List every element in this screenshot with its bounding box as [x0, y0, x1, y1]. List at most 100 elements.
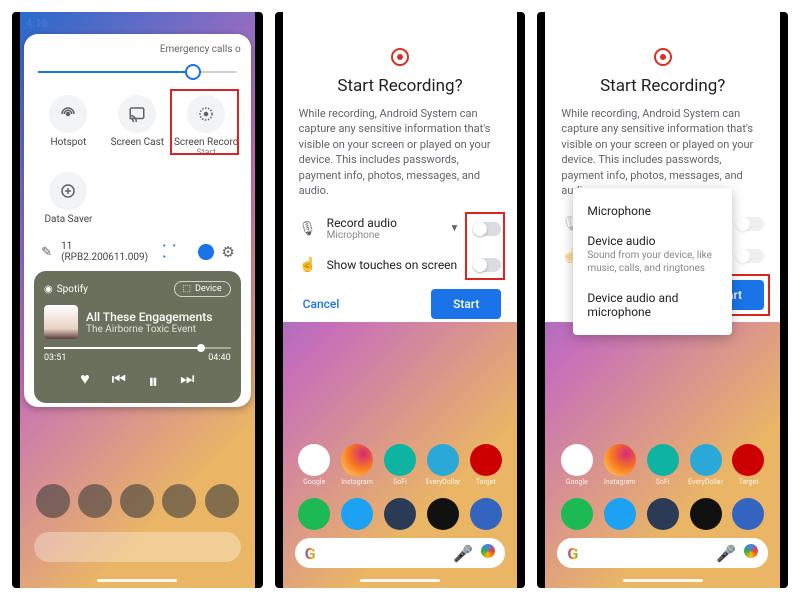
- record-icon: [391, 48, 409, 66]
- cast-icon: [118, 95, 156, 133]
- dock-row-blur: [32, 484, 243, 518]
- assistant-icon[interactable]: [481, 544, 495, 558]
- album-art: [44, 305, 78, 339]
- app-label: EveryDollar: [688, 478, 723, 486]
- media-source: ◉ Spotify: [44, 284, 88, 295]
- mic-icon: 🎙: [299, 221, 317, 237]
- screenshot-1: 4:16 Emergency calls o Hotspot Screen Ca…: [12, 12, 263, 588]
- menu-sublabel: Sound from your device, like music, call…: [587, 250, 718, 275]
- app-label: Instagram: [341, 478, 373, 486]
- audio-source-menu: Microphone Device audio Sound from your …: [573, 188, 732, 335]
- nav-handle[interactable]: [97, 579, 177, 582]
- qs-tiles: Hotspot Screen Cast Screen Record Start: [34, 95, 241, 239]
- time-elapsed: 03:51: [44, 353, 66, 363]
- record-icon: [654, 48, 672, 66]
- page-dots: • • •: [163, 241, 187, 263]
- home-apps-row: Google Instagram SoFi EveryDollar Target: [545, 444, 780, 486]
- next-icon[interactable]: ⏭: [180, 369, 194, 393]
- device-button[interactable]: ⬚ Device: [174, 281, 231, 297]
- search-bar-blur: [34, 532, 241, 562]
- chevron-down-icon[interactable]: ▼: [449, 223, 459, 234]
- cancel-button[interactable]: Cancel: [299, 291, 344, 317]
- quick-settings-panel: Emergency calls o Hotspot Screen Cast: [24, 34, 251, 407]
- option-sublabel: Microphone: [327, 230, 440, 241]
- media-card: ◉ Spotify ⬚ Device All These Engagements…: [34, 271, 241, 403]
- prev-icon[interactable]: ⏮: [112, 369, 126, 393]
- time-total: 04:40: [208, 353, 230, 363]
- like-icon[interactable]: ♥: [80, 369, 90, 393]
- screenshot-3: 4:16 ⊖ ▮ ▮ 86% Start Recording? While re…: [537, 12, 788, 588]
- mic-icon[interactable]: 🎤: [716, 544, 736, 563]
- assistant-icon[interactable]: [744, 544, 758, 558]
- track-artist: The Airborne Toxic Event: [86, 324, 212, 335]
- datasaver-icon: [49, 172, 87, 210]
- toggle-show-touches[interactable]: [736, 249, 764, 263]
- emergency-label: Emergency calls o: [34, 44, 241, 55]
- toggle-record-audio[interactable]: [473, 222, 501, 236]
- dialog-body: While recording, Android System can capt…: [299, 106, 502, 198]
- track-title: All These Engagements: [86, 310, 212, 324]
- device-icon: ⬚: [183, 284, 192, 294]
- toggle-record-audio[interactable]: [736, 217, 764, 231]
- app-label: SoFi: [656, 478, 670, 486]
- option-label: Show touches on screen: [327, 258, 464, 272]
- tile-label: Screen Cast: [111, 137, 164, 148]
- menu-label: Device audio and microphone: [587, 291, 718, 319]
- tile-label: Screen Record: [174, 137, 238, 148]
- gear-icon[interactable]: ⚙: [220, 243, 237, 261]
- menu-label: Microphone: [587, 204, 718, 218]
- menu-item-microphone[interactable]: Microphone: [573, 196, 732, 226]
- build-row: ✎ 11 (RPB2.200611.009) • • • ⚙: [34, 239, 241, 265]
- dock-row: [283, 498, 518, 530]
- menu-item-both[interactable]: Device audio and microphone: [573, 283, 732, 327]
- toggle-show-touches[interactable]: [473, 258, 501, 272]
- dialog-title: Start Recording?: [299, 76, 502, 96]
- app-label: Google: [566, 478, 588, 486]
- nav-handle[interactable]: [360, 579, 440, 582]
- media-source-label: Spotify: [57, 284, 88, 295]
- touch-icon: ☝: [299, 257, 317, 273]
- app-label: EveryDollar: [425, 478, 460, 486]
- tile-screen-record[interactable]: Screen Record Start: [172, 95, 241, 158]
- google-logo-icon: G: [305, 544, 316, 563]
- edit-icon[interactable]: ✎: [38, 243, 55, 261]
- app-label: Instagram: [604, 478, 636, 486]
- hotspot-icon: [49, 95, 87, 133]
- app-label: SoFi: [393, 478, 407, 486]
- media-controls: ♥ ⏮ ⏸ ⏭: [44, 369, 231, 393]
- home-apps-row: Google Instagram SoFi EveryDollar Target: [283, 444, 518, 486]
- option-show-touches[interactable]: ☝ Show touches on screen: [299, 257, 502, 273]
- mic-icon[interactable]: 🎤: [453, 544, 473, 563]
- tile-label: Data Saver: [44, 214, 92, 225]
- dock-row: [545, 498, 780, 530]
- spotify-icon: ◉: [44, 284, 53, 295]
- menu-label: Device audio: [587, 234, 718, 248]
- device-label: Device: [195, 284, 222, 294]
- app-label: Google: [303, 478, 325, 486]
- tile-data-saver[interactable]: Data Saver: [34, 172, 103, 225]
- start-button[interactable]: Start: [431, 289, 501, 319]
- screenshot-2: Start Recording? While recording, Androi…: [275, 12, 526, 588]
- google-search-bar[interactable]: G 🎤: [545, 538, 780, 568]
- tile-sublabel: Start: [196, 148, 215, 158]
- app-label: Target: [476, 478, 496, 486]
- dialog-title: Start Recording?: [561, 76, 764, 96]
- start-recording-dialog: Start Recording? While recording, Androi…: [283, 34, 518, 333]
- option-record-audio[interactable]: 🎙 Record audio Microphone ▼: [299, 216, 502, 241]
- google-logo-icon: G: [567, 544, 578, 563]
- menu-item-device-audio[interactable]: Device audio Sound from your device, lik…: [573, 226, 732, 283]
- pause-icon[interactable]: ⏸: [148, 369, 158, 393]
- brightness-slider[interactable]: [38, 67, 237, 77]
- build-number: 11 (RPB2.200611.009): [61, 241, 157, 263]
- dialog-body: While recording, Android System can capt…: [561, 106, 764, 198]
- nav-handle[interactable]: [623, 579, 703, 582]
- progress-slider[interactable]: [44, 345, 231, 351]
- app-label: Target: [739, 478, 759, 486]
- google-search-bar[interactable]: G 🎤: [283, 538, 518, 568]
- option-label: Record audio: [327, 216, 440, 230]
- tile-label: Hotspot: [51, 137, 87, 148]
- tile-cast[interactable]: Screen Cast: [103, 95, 172, 158]
- record-icon: [187, 95, 225, 133]
- tile-hotspot[interactable]: Hotspot: [34, 95, 103, 158]
- user-icon[interactable]: [198, 244, 213, 260]
